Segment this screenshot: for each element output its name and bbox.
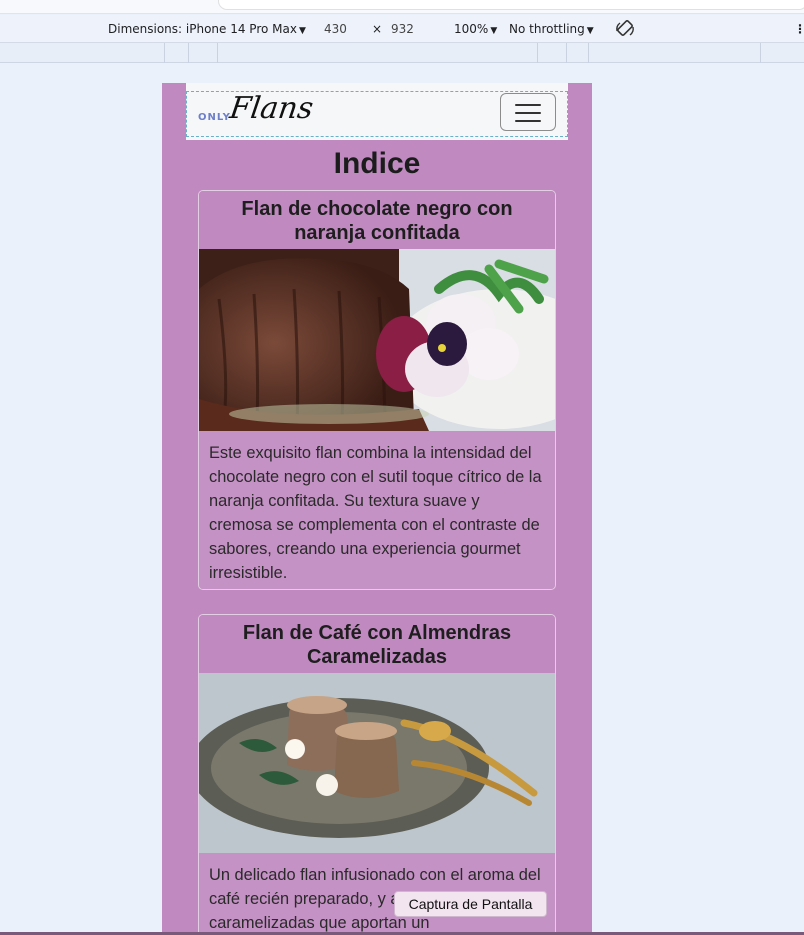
- ruler-tick: [188, 43, 189, 63]
- hamburger-icon: [515, 112, 541, 114]
- device-viewport: ONLY Flans Indice Flan de chocolate negr…: [162, 83, 592, 935]
- card-image: [199, 249, 555, 431]
- ruler-tick: [566, 43, 567, 63]
- device-selector-label: Dimensions: iPhone 14 Pro Max: [108, 22, 297, 36]
- chevron-down-icon: ▼: [490, 26, 498, 36]
- page-title: Indice: [333, 147, 421, 180]
- coffee-flan-photo: [199, 673, 555, 853]
- logo-small-text[interactable]: ONLY: [198, 112, 231, 123]
- hamburger-icon: [515, 120, 541, 122]
- throttle-selector[interactable]: No throttling ▼: [509, 22, 594, 36]
- more-options-button[interactable]: ⋮: [794, 22, 804, 36]
- navbar: ONLY Flans: [186, 83, 568, 140]
- hamburger-icon: [515, 104, 541, 106]
- rotate-button[interactable]: [614, 18, 636, 43]
- flan-card[interactable]: Flan de chocolate negro con naranja conf…: [198, 190, 556, 590]
- address-bar[interactable]: [218, 0, 804, 10]
- zoom-label: 100%: [454, 22, 489, 36]
- device-selector[interactable]: Dimensions: iPhone 14 Pro Max ▼: [108, 22, 306, 36]
- ruler-tick: [537, 43, 538, 63]
- ruler-tick: [164, 43, 165, 63]
- ruler-tick: [760, 43, 761, 63]
- flan-card[interactable]: Flan de Café con Almendras Caramelizadas: [198, 614, 556, 935]
- chevron-down-icon: ▼: [298, 26, 306, 36]
- device-toolbar: Dimensions: iPhone 14 Pro Max ▼ 430 × 932…: [0, 15, 804, 43]
- chocolate-flan-photo: [199, 249, 555, 431]
- ruler-tick: [588, 43, 589, 63]
- rotate-icon: [616, 20, 634, 36]
- ruler-tick: [217, 43, 218, 63]
- media-query-ruler[interactable]: [0, 43, 804, 63]
- width-field[interactable]: 430: [324, 22, 347, 36]
- dimension-times: ×: [372, 22, 383, 36]
- card-image: [199, 673, 555, 853]
- chevron-down-icon: ▼: [586, 26, 594, 36]
- browser-top-strip: [0, 0, 804, 14]
- card-description: Este exquisito flan combina la intensida…: [199, 431, 555, 589]
- zoom-selector[interactable]: 100% ▼: [454, 22, 497, 36]
- throttle-label: No throttling: [509, 22, 585, 36]
- navbar-toggle-button[interactable]: [500, 93, 556, 131]
- card-title: Flan de chocolate negro con naranja conf…: [199, 191, 555, 249]
- height-field[interactable]: 932: [391, 22, 414, 36]
- logo[interactable]: Flans: [228, 91, 316, 126]
- screenshot-tooltip: Captura de Pantalla: [394, 891, 547, 917]
- card-title: Flan de Café con Almendras Caramelizadas: [199, 615, 555, 673]
